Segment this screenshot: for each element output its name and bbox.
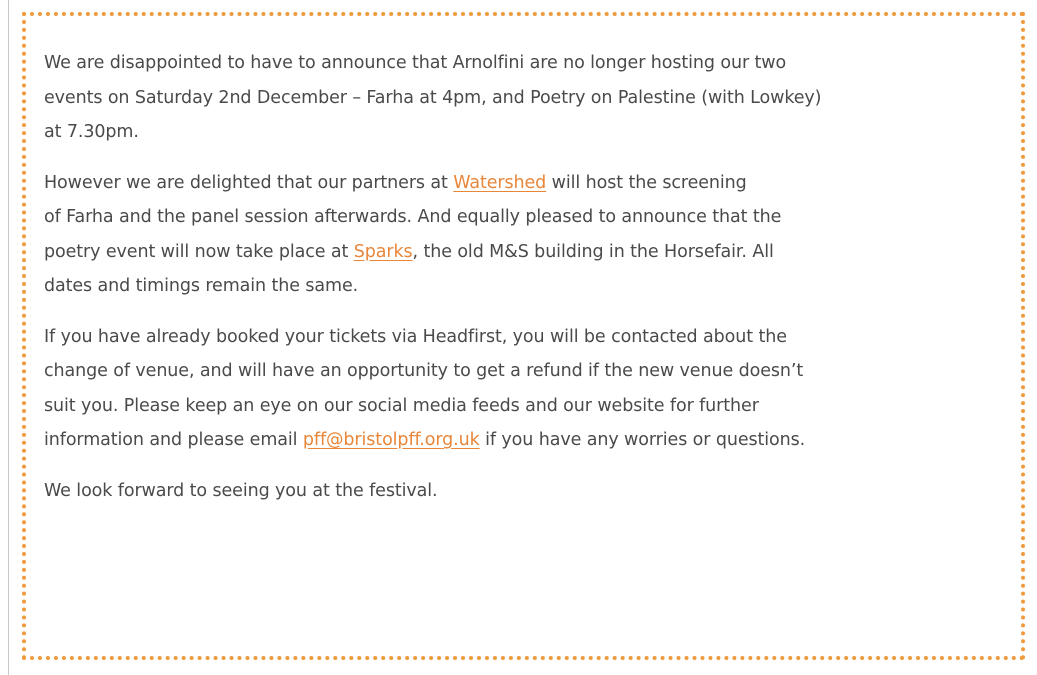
text-line: events on Saturday 2nd December – Farha …: [44, 87, 822, 108]
notice-text: We are disappointed to have to announce …: [44, 46, 984, 524]
sparks-link[interactable]: Sparks: [354, 242, 413, 262]
text-segment: will host the screening: [546, 172, 747, 193]
text-line: information and please email pff@bristol…: [44, 423, 984, 458]
text-segment: poetry event will now take place at: [44, 241, 354, 262]
text-line: We are disappointed to have to announce …: [44, 53, 787, 73]
text-line: If you have already booked your tickets …: [44, 326, 787, 347]
watershed-link[interactable]: Watershed: [453, 173, 546, 193]
page-edge-rule: [8, 0, 9, 675]
paragraph-venue-change: We are disappointed to have to announce …: [44, 46, 984, 150]
paragraph-closing: We look forward to seeing you at the fes…: [44, 474, 984, 509]
text-line: dates and timings remain the same.: [44, 276, 359, 296]
text-line: We look forward to seeing you at the fes…: [44, 480, 438, 501]
paragraph-tickets: If you have already booked your tickets …: [44, 320, 984, 458]
text-line: However we are delighted that our partne…: [44, 166, 984, 201]
email-link[interactable]: pff@bristolpff.org.uk: [303, 430, 480, 450]
text-line: change of venue, and will have an opport…: [44, 361, 804, 381]
text-line: suit you. Please keep an eye on our soci…: [44, 395, 759, 416]
text-line: poetry event will now take place at Spar…: [44, 235, 984, 270]
text-segment: if you have any worries or questions.: [479, 430, 806, 450]
text-segment: However we are delighted that our partne…: [44, 172, 454, 193]
text-line: at 7.30pm.: [44, 122, 139, 142]
paragraph-new-venues: However we are delighted that our partne…: [44, 166, 984, 304]
text-line: of Farha and the panel session afterward…: [44, 207, 782, 227]
text-segment: information and please email: [44, 430, 303, 450]
text-segment: , the old M&S building in the Horsefair.…: [412, 241, 774, 262]
